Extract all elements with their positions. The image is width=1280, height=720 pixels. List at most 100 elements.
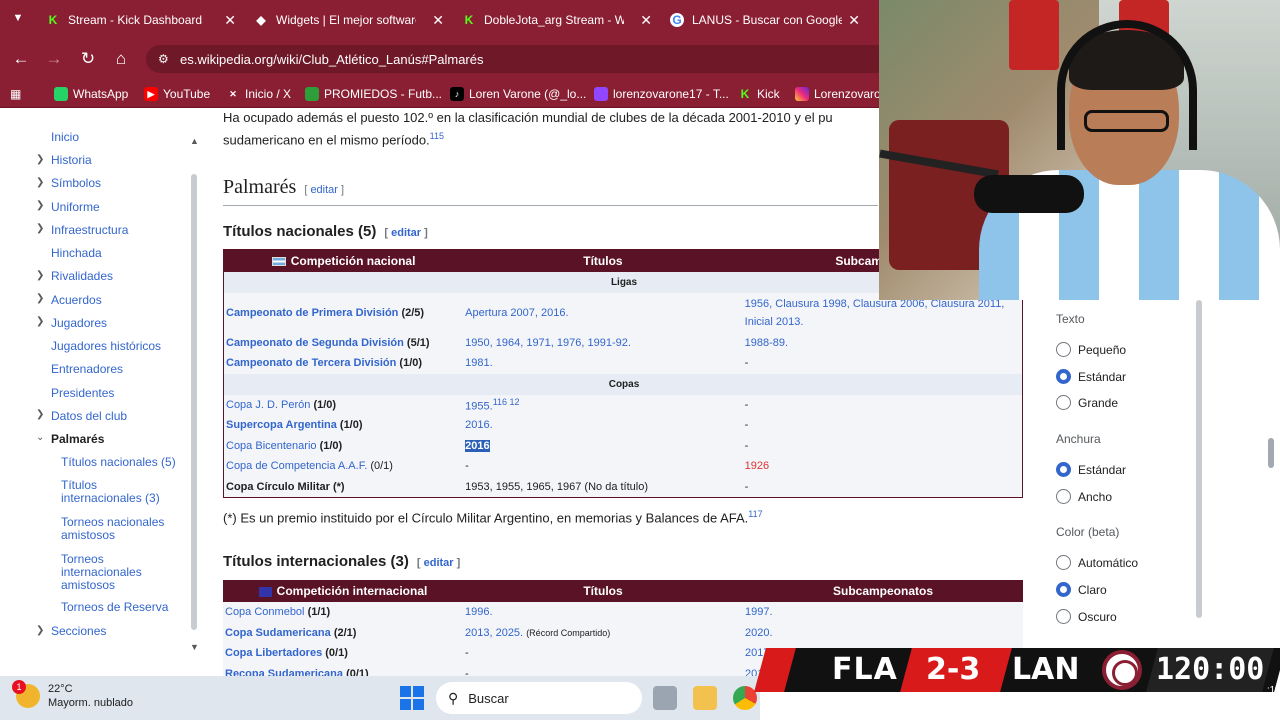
sub-links[interactable]: Inicial 2013. [745,316,804,328]
reload-icon[interactable]: ↻ [77,48,99,70]
edit-link[interactable]: editar [310,184,338,196]
competition-link[interactable]: Copa Sudamericana [225,627,331,639]
tab-kick-dashboard[interactable]: K Stream - Kick Dashboard ✕ [36,6,242,34]
radio-color-oscuro[interactable]: Oscuro [1056,609,1117,624]
toc-item-jugadores-historicos[interactable]: Jugadores históricos [51,339,161,353]
radio-texto-estandar[interactable]: Estándar [1056,369,1126,384]
reference-link[interactable]: 115 [430,131,444,141]
bookmark-youtube[interactable]: ▶ YouTube [144,85,210,103]
toc-subitem-torneos-nacionales-amistosos[interactable]: Torneos nacionales amistosos [61,516,176,542]
bookmark-kick[interactable]: K Kick [738,85,780,103]
toc-subitem-torneos-de-reserva[interactable]: Torneos de Reserva [61,601,168,614]
bookmark-x[interactable]: ✕ Inicio / X [226,85,291,103]
chevron-right-icon[interactable]: ❯ [36,270,44,281]
competition-link[interactable]: Copa de Competencia A.A.F. [226,460,367,472]
chevron-right-icon[interactable]: ❯ [36,625,44,636]
toc-subitem-titulos-nacionales[interactable]: Títulos nacionales (5) [61,456,176,469]
close-icon[interactable]: ✕ [640,12,652,29]
competition-link[interactable]: Copa Libertadores [225,647,322,659]
system-clock[interactable]: :11 27/2/2026 [1234,684,1280,712]
reference-link[interactable]: 116 12 [493,397,520,407]
competition-link[interactable]: Supercopa Argentina [226,419,337,431]
weather-widget[interactable]: 1 22°C Mayorm. nublado [12,680,133,710]
radio-color-claro[interactable]: Claro [1056,582,1107,597]
competition-link[interactable]: Copa J. D. Perón [226,399,310,411]
tab-doblejota-stream[interactable]: K DobleJota_arg Stream - Watch ✕ [452,6,658,34]
apps-grid-icon[interactable]: ▦ [10,85,21,103]
bookmark-twitch[interactable]: lorenzovarone17 - T... [594,85,729,103]
toc-item-datos-del-club[interactable]: Datos del club [51,409,127,423]
site-info-icon[interactable]: ⚙ [158,52,169,66]
reference-link[interactable]: 117 [748,509,762,519]
toc-item-presidentes[interactable]: Presidentes [51,386,114,400]
scroll-down-icon[interactable]: ▼ [190,642,199,652]
titles-links[interactable]: 1955. [465,401,493,413]
titles-links[interactable]: 1996. [465,606,493,618]
edit-link[interactable]: editar [391,227,421,239]
tab-search-chevron-icon[interactable]: ▼ [8,8,28,28]
competition-link[interactable]: Copa Bicentenario [226,440,317,452]
competition-link[interactable]: Campeonato de Segunda División [226,337,404,349]
toc-subitem-torneos-internacionales-amistosos[interactable]: Torneos internacionales amistosos [61,553,156,592]
titles-links[interactable]: 2016. [465,419,493,431]
chevron-right-icon[interactable]: ❯ [36,200,44,211]
competition-link[interactable]: Recopa Sudamericana [225,668,343,676]
chevron-right-icon[interactable]: ❯ [36,177,44,188]
selected-text[interactable]: 2016 [465,439,490,452]
sub-links[interactable]: 1997. [745,606,773,618]
toc-item-jugadores[interactable]: Jugadores [51,316,107,330]
toc-subitem-titulos-internacionales[interactable]: Títulos internacionales (3) [61,479,171,505]
file-explorer-icon[interactable] [693,686,717,710]
toc-item-palmares[interactable]: Palmarés [51,432,104,446]
chevron-right-icon[interactable]: ❯ [36,154,44,165]
chevron-right-icon[interactable]: ❯ [36,409,44,420]
bookmark-tiktok[interactable]: ♪ Loren Varone (@_lo... [450,85,586,103]
chevron-down-icon[interactable]: ⌄ [36,432,44,443]
toc-item-acuerdos[interactable]: Acuerdos [51,293,102,307]
bookmark-promiedos[interactable]: PROMIEDOS - Futb... [305,85,442,103]
forward-arrow-icon[interactable]: → [43,48,65,70]
close-icon[interactable]: ✕ [432,12,444,29]
toc-item-secciones[interactable]: Secciones [51,624,106,638]
tab-widgets[interactable]: ◆ Widgets | El mejor software para ✕ [244,6,450,34]
home-icon[interactable]: ⌂ [110,48,132,70]
radio-anchura-ancho[interactable]: Ancho [1056,489,1112,504]
scroll-up-icon[interactable]: ▲ [190,136,199,146]
bookmark-instagram[interactable]: Lorenzovaro [795,85,881,103]
titles-links[interactable]: Apertura 2007, 2016. [465,307,568,319]
close-icon[interactable]: ✕ [224,12,236,29]
titles-links[interactable]: 1981. [465,357,493,369]
radio-color-automatico[interactable]: Automático [1056,555,1138,570]
tools-scrollbar[interactable] [1196,300,1202,618]
tab-google-lanus[interactable]: G LANUS - Buscar con Google ✕ [660,6,866,34]
chrome-icon[interactable] [733,686,757,710]
bookmark-whatsapp[interactable]: WhatsApp [54,85,128,103]
back-arrow-icon[interactable]: ← [10,48,32,70]
competition-link[interactable]: Copa Conmebol [225,606,305,618]
task-view-icon[interactable] [653,686,677,710]
toc-item-infraestructura[interactable]: Infraestructura [51,223,128,237]
sub-links[interactable]: 2020. [745,627,773,639]
toc-scrollbar[interactable] [191,174,197,630]
page-scrollbar[interactable] [1268,438,1274,468]
titles-links[interactable]: 1950, 1964, 1971, 1976, 1991-92. [465,337,631,349]
sub-links[interactable]: 1988-89. [745,337,788,349]
taskbar-search[interactable]: ⚲ Buscar [436,682,642,714]
radio-texto-grande[interactable]: Grande [1056,395,1118,410]
competition-link[interactable]: Campeonato de Primera División [226,307,398,319]
windows-start-icon[interactable] [400,686,424,710]
toc-item-historia[interactable]: Historia [51,153,92,167]
toc-item-hinchada[interactable]: Hinchada [51,246,102,260]
titles-links[interactable]: 2013, 2025. [465,627,523,639]
chevron-right-icon[interactable]: ❯ [36,223,44,234]
chevron-right-icon[interactable]: ❯ [36,316,44,327]
radio-texto-pequeno[interactable]: Pequeño [1056,342,1126,357]
edit-link[interactable]: editar [424,557,454,569]
toc-item-uniforme[interactable]: Uniforme [51,200,100,214]
toc-item-inicio[interactable]: Inicio [51,130,79,144]
toc-item-entrenadores[interactable]: Entrenadores [51,362,123,376]
competition-link[interactable]: Campeonato de Tercera División [226,357,396,369]
toc-item-rivalidades[interactable]: Rivalidades [51,269,113,283]
radio-anchura-estandar[interactable]: Estándar [1056,462,1126,477]
toc-item-simbolos[interactable]: Símbolos [51,176,101,190]
